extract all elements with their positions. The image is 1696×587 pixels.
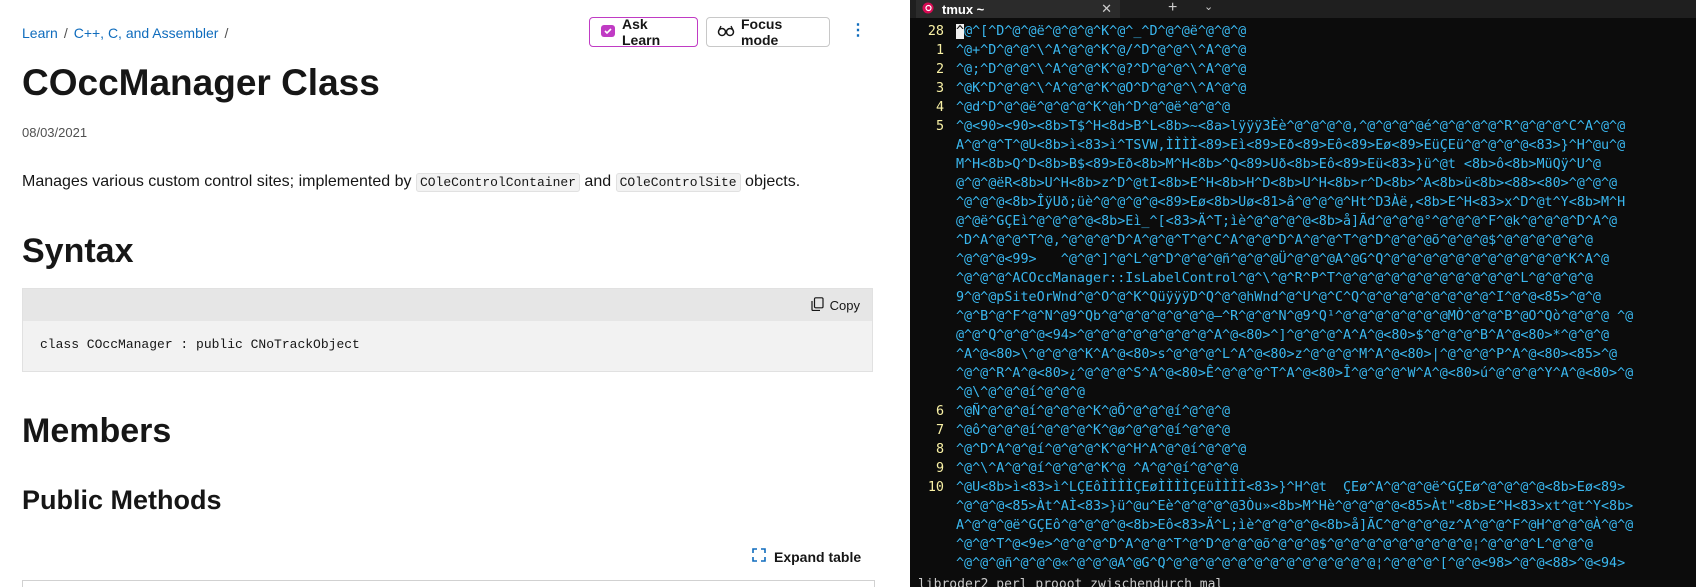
- code-block: Copy class COccManager : public CNoTrack…: [22, 288, 873, 372]
- new-tab-icon[interactable]: +: [1168, 0, 1177, 16]
- line-number: 8: [935, 442, 944, 457]
- line-text: A^@^@^@ë^GÇEô^@^@^@^@<8b>Eô<83>Ä^L;ìè^@^…: [956, 518, 1634, 533]
- public-methods-heading: Public Methods: [22, 485, 222, 515]
- ask-learn-label: Ask Learn: [622, 16, 661, 48]
- terminal-window: tmux ~ ✕ + ⌄ 28 ^@^[^D^@^@ë^@^@^@^K^@^_^D…: [910, 0, 1696, 587]
- line-text: ^@^[^D^@^@ë^@^@^@^K^@^_^D^@^@ë^@^@^@: [956, 24, 1247, 39]
- breadcrumb-cpp[interactable]: C++, C, and Assembler: [74, 25, 219, 41]
- line-text: ^@d^D^@^@ë^@^@^@^K^@h^D^@^@ë^@^@^@: [956, 100, 1231, 115]
- line-number: 5: [935, 119, 944, 134]
- publish-date: 08/03/2021: [22, 125, 88, 140]
- methods-table: [22, 580, 875, 587]
- glasses-icon: [717, 24, 735, 41]
- line-text: ^@^@^@ñ^@^@^@«^@^@^@A^@G^Q^@^@^@^@^@^@^@…: [956, 556, 1626, 571]
- line-text: ^@;^D^@^@^\^A^@^@^K^@?^D^@^@^\^A^@^@: [956, 62, 1247, 77]
- line-text: ^@^@^R^A^@<80>¿^@^@^@^S^A^@<80>Ê^@^@^@^T…: [956, 366, 1634, 381]
- line-text: ^@^B^@^F^@^N^@9^Qb^@^@^@^@^@^@^@—^R^@^@^…: [956, 309, 1634, 324]
- line-text: ^@<90><90><8b>T$^H<8d>B^L<8b>~<8a>lÿÿÿ3È…: [956, 119, 1626, 134]
- line-text: 9^@^@pSiteOrWnd^@^O^@^K^QüÿÿÿD^Q^@^@hWnd…: [956, 290, 1601, 305]
- terminal-content[interactable]: 28 ^@^[^D^@^@ë^@^@^@^K^@^_^D^@^@ë^@^@^@ 1 ^…: [910, 22, 1696, 582]
- line-text: ^@^D^A^@^@í^@^@^@^K^@^H^A^@^@í^@^@^@: [956, 442, 1247, 457]
- breadcrumb: Learn / C++, C, and Assembler /: [22, 25, 234, 41]
- docs-pane: Learn / C++, C, and Assembler / Ask Learn F…: [0, 0, 910, 587]
- line-text: ^@+^D^@^@^\^A^@^@^K^@/^D^@^@^\^A^@^@: [956, 43, 1247, 58]
- desc-code-site: COleControlSite: [615, 173, 741, 192]
- copy-label: Copy: [829, 298, 860, 313]
- line-text: ^@^@^@^ACOccManager::IsLabelControl^@^\^…: [956, 271, 1593, 286]
- line-text: ^@ô^@^@^@í^@^@^@^K^@ø^@^@^@í^@^@^@: [956, 423, 1231, 438]
- line-text: ^@^@^T^@<9e>^@^@^@^D^A^@^@^T^@^D^@^@^@õ^…: [956, 537, 1593, 552]
- more-options-icon[interactable]: ⋮: [850, 23, 866, 44]
- tab-dropdown-icon[interactable]: ⌄: [1204, 0, 1213, 14]
- copilot-icon: [600, 23, 616, 42]
- line-text: ^@^\^A^@^@í^@^@^@^K^@ ^A^@^@í^@^@^@: [956, 461, 1239, 476]
- syntax-heading: Syntax: [22, 232, 134, 270]
- line-number: 4: [935, 100, 944, 115]
- desc-prefix: Manages various custom control sites; im…: [22, 173, 416, 190]
- line-number: 10: [927, 480, 944, 495]
- line-number: 9: [935, 461, 944, 476]
- tab-title: tmux ~: [942, 1, 985, 17]
- line-text: ^@Ñ^@^@^@í^@^@^@^K^@Õ^@^@^@í^@^@^@: [956, 404, 1231, 419]
- code-block-header: [23, 289, 872, 321]
- terminal-status-line: libroder2 perl prooot zwischendurch mal: [910, 578, 1696, 587]
- ask-learn-button[interactable]: Ask Learn: [589, 16, 698, 48]
- line-text: ^D^A^@^@^T^@,^@^@^@^D^A^@^@^T^@^C^A^@^@^…: [956, 233, 1593, 248]
- line-text: M^H<8b>Q^D<8b>B$<89>Eð<8b>M^H<8b>^Q<89>U…: [956, 157, 1601, 172]
- line-number: 28: [927, 24, 944, 39]
- breadcrumb-separator: /: [224, 25, 229, 41]
- line-number: 6: [935, 404, 944, 419]
- line-text: ^@^@^@<99> ^@^@^]^@^L^@^D^@^@^@ñ^@^@^@Ü^…: [956, 252, 1610, 267]
- line-text: ^@\^@^@^@í^@^@^@: [956, 385, 1085, 400]
- line-text: A^@^@^T^@U<8b>ì<83>ì^TSVW,ÌÌÌÌ<89>Eì<89>…: [956, 138, 1626, 153]
- line-number: 7: [935, 423, 944, 438]
- focus-mode-button[interactable]: Focus mode: [706, 16, 830, 48]
- expand-table-button[interactable]: Expand table: [752, 548, 861, 565]
- copy-icon: [811, 297, 824, 314]
- copy-button[interactable]: Copy: [811, 297, 860, 314]
- class-description: Manages various custom control sites; im…: [22, 173, 801, 192]
- members-heading: Members: [22, 412, 172, 450]
- desc-mid: and: [579, 173, 616, 190]
- line-text: ^@U<8b>ì<83>ì^LÇEôÌÌÌÌÇEøÌÌÌÌÇEüÌÌÌÌ<83>…: [956, 480, 1626, 495]
- page-title: COccManager Class: [22, 62, 380, 103]
- line-text: ^@^@^@<8b>ÎÿUð;üè^@^@^@^@<89>Eø<8b>Uø<81…: [956, 195, 1626, 210]
- terminal-tab[interactable]: tmux ~ ✕: [916, 0, 1120, 18]
- close-tab-icon[interactable]: ✕: [1101, 1, 1112, 17]
- line-number: 2: [935, 62, 944, 77]
- expand-table-label: Expand table: [774, 548, 862, 565]
- code-text: class COccManager : public CNoTrackObjec…: [40, 337, 360, 352]
- desc-suffix: objects.: [740, 173, 801, 190]
- breadcrumb-learn[interactable]: Learn: [22, 25, 58, 41]
- terminal-tabbar: tmux ~ ✕ + ⌄: [910, 0, 1696, 18]
- line-text: @^@^Q^@^@^@<94>^@^@^@^@^@^@^@^@^A^@<80>^…: [956, 328, 1610, 343]
- focus-mode-label: Focus mode: [741, 16, 783, 48]
- line-number: 3: [935, 81, 944, 96]
- line-text: ^@K^D^@^@^\^A^@^@^K^@O^D^@^@^\^A^@^@: [956, 81, 1247, 96]
- desc-code-container: COleControlContainer: [415, 173, 580, 192]
- line-text: @^@^@ëR<8b>U^H<8b>z^D^@tI<8b>E^H<8b>H^D<…: [956, 176, 1618, 191]
- line-text: ^@^@^@<85>Àt^AÌ<83>}ü^@u^Eè^@^@^@^@3Òu»<…: [956, 499, 1634, 514]
- line-text: ^A^@<80>\^@^@^@^K^A^@<80>s^@^@^@^L^A^@<8…: [956, 347, 1618, 362]
- breadcrumb-separator: /: [63, 25, 68, 41]
- expand-icon: [752, 548, 766, 565]
- text-cursor: ^: [956, 24, 965, 39]
- line-text: @^@ë^GÇEì^@^@^@^@<8b>Eì_^[<83>Ä^T;ìè^@^@…: [956, 214, 1618, 229]
- debian-icon: [922, 2, 934, 17]
- line-number: 1: [935, 43, 944, 58]
